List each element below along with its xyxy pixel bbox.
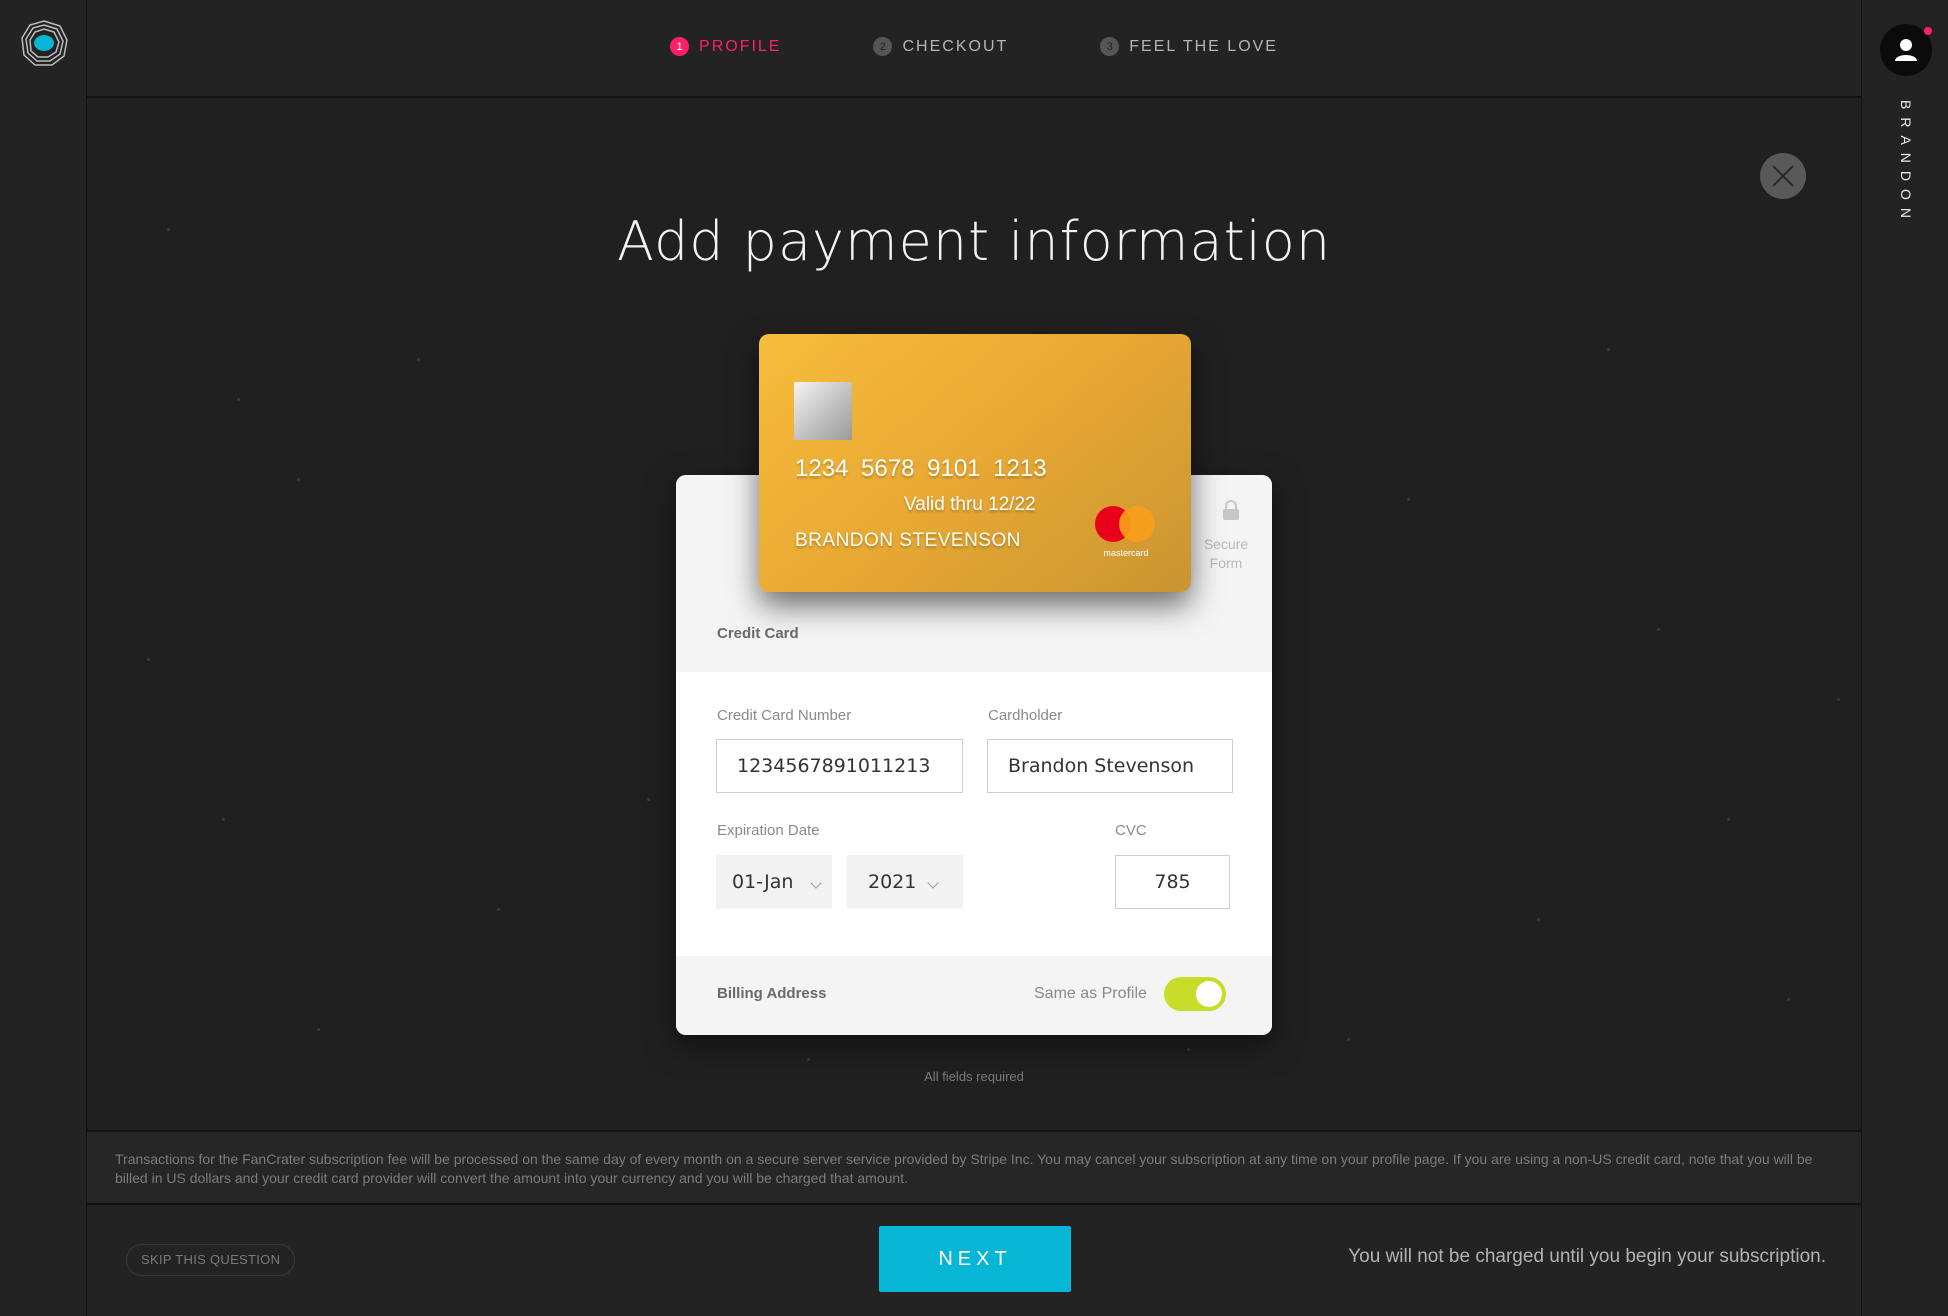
- secure-form-label: Secure Form: [1203, 536, 1249, 571]
- avatar[interactable]: [1880, 24, 1932, 76]
- user-name: BRANDON: [1898, 100, 1914, 227]
- skip-question-button[interactable]: SKIP THIS QUESTION: [126, 1244, 296, 1276]
- billing-address-label: Billing Address: [717, 985, 827, 1002]
- lock-icon: [1221, 499, 1241, 525]
- required-note: All fields required: [924, 1069, 1024, 1084]
- expiration-label: Expiration Date: [717, 822, 820, 839]
- credit-card-section-title: Credit Card: [717, 625, 799, 642]
- card-number-input[interactable]: 1234567891011213: [716, 739, 963, 793]
- billing-disclaimer: Transactions for the FanCrater subscript…: [87, 1130, 1861, 1205]
- chevron-down-icon: [810, 877, 822, 889]
- card-chip-icon: [794, 382, 852, 440]
- same-as-profile-toggle[interactable]: [1164, 977, 1226, 1011]
- card-preview-valid: Valid thru 12/22: [904, 494, 1036, 515]
- step-checkout[interactable]: 2 CHECKOUT: [873, 37, 1008, 56]
- step-number: 3: [1100, 37, 1120, 56]
- cvc-input[interactable]: 785: [1115, 855, 1230, 909]
- credit-card-preview: 1234 5678 9101 1213 Valid thru 12/22 BRA…: [759, 334, 1191, 592]
- cvc-label: CVC: [1115, 822, 1147, 839]
- step-label: FEEL THE LOVE: [1129, 37, 1278, 55]
- right-rail: BRANDON: [1860, 0, 1948, 1316]
- cardholder-label: Cardholder: [988, 707, 1063, 724]
- cardholder-input[interactable]: Brandon Stevenson: [987, 739, 1233, 793]
- chevron-down-icon: [927, 877, 939, 889]
- card-number-label: Credit Card Number: [717, 707, 852, 724]
- charge-note: You will not be charged until you begin …: [1348, 1246, 1826, 1267]
- top-bar: 1 PROFILE 2 CHECKOUT 3 FEEL THE LOVE: [87, 0, 1861, 98]
- card-preview-holder: BRANDON STEVENSON: [795, 530, 1021, 551]
- notification-dot: [1924, 27, 1932, 35]
- step-number: 1: [670, 37, 690, 56]
- next-button[interactable]: NEXT: [879, 1226, 1071, 1292]
- app-logo-icon[interactable]: [19, 18, 69, 68]
- step-label: PROFILE: [699, 37, 782, 55]
- step-feel-the-love[interactable]: 3 FEEL THE LOVE: [1100, 37, 1278, 56]
- step-label: CHECKOUT: [902, 37, 1009, 55]
- left-rail: [0, 0, 88, 1316]
- card-preview-number: 1234 5678 9101 1213: [795, 455, 1047, 482]
- exp-year-select[interactable]: 2021: [847, 855, 963, 909]
- same-as-profile-label: Same as Profile: [1034, 985, 1147, 1002]
- close-icon: [1772, 165, 1794, 187]
- bottom-bar: SKIP THIS QUESTION NEXT You will not be …: [87, 1206, 1861, 1316]
- exp-year-value: 2021: [868, 871, 917, 893]
- mastercard-logo-icon: mastercard: [1095, 506, 1157, 566]
- step-number: 2: [873, 37, 893, 56]
- page-title: Add payment information: [616, 210, 1332, 273]
- billing-row: Billing Address Same as Profile: [676, 956, 1272, 1035]
- progress-steps: 1 PROFILE 2 CHECKOUT 3 FEEL THE LOVE: [87, 37, 1861, 56]
- toggle-knob: [1196, 981, 1222, 1007]
- step-profile[interactable]: 1 PROFILE: [670, 37, 781, 56]
- exp-month-select[interactable]: 01-Jan: [716, 855, 832, 909]
- user-icon: [1895, 39, 1917, 61]
- close-button[interactable]: [1760, 153, 1806, 199]
- exp-month-value: 01-Jan: [732, 871, 794, 893]
